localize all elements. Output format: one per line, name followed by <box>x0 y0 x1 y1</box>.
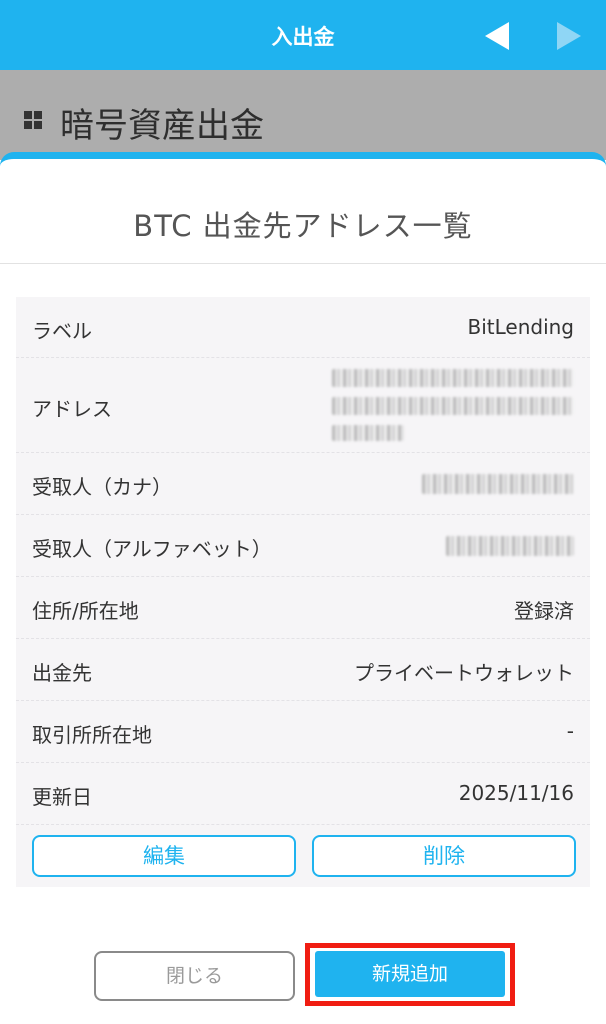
redacted-address <box>332 425 404 441</box>
row-key: 受取人（カナ） <box>32 475 172 499</box>
triangle-left-icon[interactable] <box>485 22 509 50</box>
redacted-name <box>422 474 574 494</box>
row-key: アドレス <box>32 397 112 421</box>
row-recipient-alpha: 受取人（アルファベット） <box>16 515 590 577</box>
divider <box>0 263 606 264</box>
row-key: 受取人（アルファベット） <box>32 537 272 561</box>
top-bar: 入出金 <box>0 0 606 70</box>
row-address: アドレス <box>16 358 590 453</box>
add-new-button[interactable]: 新規追加 <box>315 951 505 997</box>
row-address-location: 住所/所在地 登録済 <box>16 577 590 639</box>
grid-icon <box>24 111 42 129</box>
row-value: 2025/11/16 <box>458 781 574 805</box>
row-value: BitLending <box>467 315 574 339</box>
row-recipient-kana: 受取人（カナ） <box>16 453 590 515</box>
row-value: 登録済 <box>514 599 574 623</box>
row-destination: 出金先 プライベートウォレット <box>16 639 590 701</box>
row-key: ラベル <box>32 319 92 343</box>
row-key: 更新日 <box>32 785 92 809</box>
address-card: ラベル BitLending アドレス 受取人（カナ） 受取人（アルファベット）… <box>16 297 590 887</box>
section-title: 暗号資産出金 <box>60 106 264 146</box>
row-updated: 更新日 2025/11/16 <box>16 763 590 825</box>
row-value: - <box>566 719 574 743</box>
row-label: ラベル BitLending <box>16 297 590 358</box>
triangle-right-icon[interactable] <box>557 22 581 50</box>
header-title: 入出金 <box>271 25 335 49</box>
redacted-address <box>332 397 574 415</box>
row-key: 出金先 <box>32 661 92 685</box>
edit-button[interactable]: 編集 <box>32 835 296 877</box>
row-key: 住所/所在地 <box>32 599 139 623</box>
close-button[interactable]: 閉じる <box>94 951 295 1001</box>
delete-button[interactable]: 削除 <box>312 835 576 877</box>
panel-title: BTC 出金先アドレス一覧 <box>133 209 473 243</box>
section-header: 暗号資産出金 <box>0 70 606 160</box>
redacted-address <box>332 369 574 387</box>
row-key: 取引所所在地 <box>32 723 152 747</box>
row-exchange-location: 取引所所在地 - <box>16 701 590 763</box>
row-value: プライベートウォレット <box>354 661 574 685</box>
address-list-panel: BTC 出金先アドレス一覧 ラベル BitLending アドレス 受取人（カナ… <box>0 152 606 1024</box>
redacted-name <box>446 536 574 556</box>
